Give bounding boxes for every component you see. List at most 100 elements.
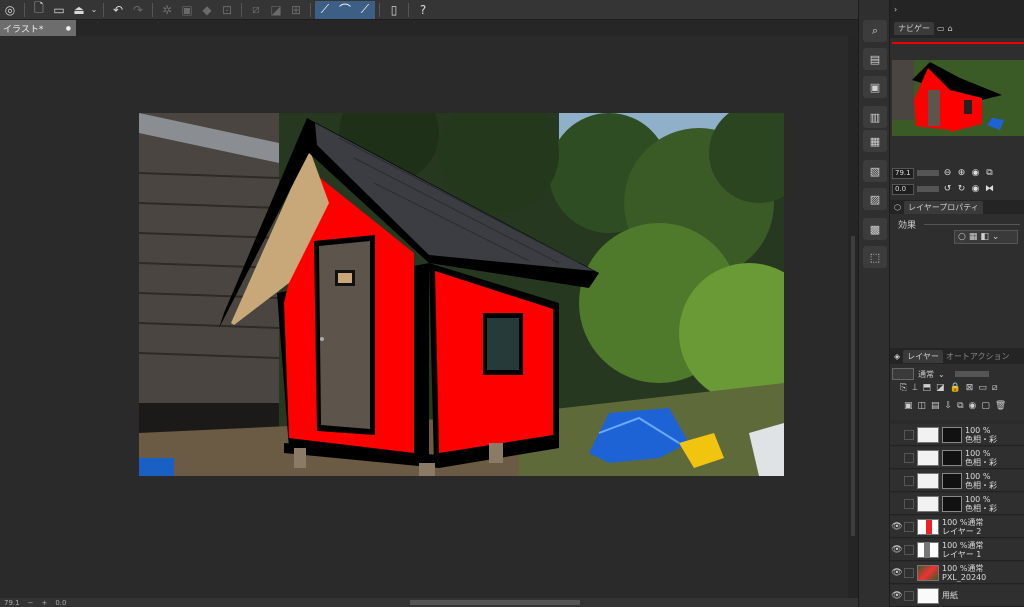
document-tab[interactable]: イラスト* ● [0, 20, 76, 36]
zoom-in-icon[interactable]: + [41, 599, 47, 607]
phone-icon[interactable]: ▯ [384, 1, 404, 19]
tone-effect-icon[interactable]: ▦ [969, 232, 978, 242]
chevron-down-icon[interactable]: ⌄ [938, 370, 945, 379]
layer-color-icon[interactable]: ◧ [980, 232, 989, 242]
tab-layer-property[interactable]: レイヤープロパティ [903, 200, 983, 214]
layer-thumbnail[interactable] [917, 587, 939, 604]
draft-icon[interactable]: ◪ [936, 383, 945, 393]
new-folder-icon[interactable]: ▤ [931, 401, 940, 411]
app-menu-icon[interactable]: ◎ [0, 1, 20, 19]
layer-search-icon[interactable]: ▨ [863, 188, 887, 210]
status-angle[interactable]: 0.0 [55, 599, 66, 607]
edit-target-toggle[interactable] [904, 567, 914, 578]
camera-icon[interactable]: ▣ [863, 76, 887, 98]
snap-ruler-icon[interactable]: ⟋ [315, 0, 335, 19]
expression-color-select[interactable] [892, 368, 914, 380]
mask-enable-icon[interactable]: ▭ [978, 383, 987, 393]
fit-icon[interactable]: ◉ [970, 168, 981, 178]
zoom-in-icon[interactable]: ⊕ [956, 168, 967, 178]
crop-icon[interactable]: ⊡ [217, 1, 237, 19]
status-zoom[interactable]: 79.1 [4, 599, 20, 607]
rotate-input[interactable]: 0.0 [892, 183, 914, 195]
rotate-slider[interactable] [917, 186, 939, 192]
layer-row[interactable]: 👁 100 %通常 PXL_20240 [890, 562, 1024, 584]
edit-target-toggle[interactable] [904, 452, 914, 463]
undo-icon[interactable]: ↶ [108, 1, 128, 19]
tab-subview-icon[interactable]: ▭ [937, 24, 945, 33]
blend-mode-select[interactable]: 通常 [918, 369, 934, 380]
rotate-left-icon[interactable]: ↺ [942, 184, 953, 194]
layer-thumbnail[interactable] [917, 564, 939, 581]
tab-layer[interactable]: レイヤー [903, 349, 943, 363]
edit-target-toggle[interactable] [904, 590, 914, 601]
redo-icon[interactable]: ↷ [128, 1, 148, 19]
layer-mask-thumbnail[interactable] [942, 472, 962, 489]
layer-mask-thumbnail[interactable] [942, 426, 962, 443]
eye-icon[interactable]: 👁 [890, 591, 904, 601]
edit-target-toggle[interactable] [904, 429, 914, 440]
chevron-right-icon[interactable]: › [894, 5, 897, 14]
chevron-down-icon[interactable]: ⌄ [992, 232, 1000, 242]
item-bank-icon[interactable]: ⬚ [863, 246, 887, 268]
actual-size-icon[interactable]: ⧉ [984, 168, 995, 178]
reference-icon[interactable]: ⬒ [923, 383, 932, 393]
fill-icon[interactable]: ◆ [197, 1, 217, 19]
zoom-input[interactable]: 79.1 [892, 167, 914, 179]
lock-icon[interactable]: 🔒 [950, 383, 961, 393]
snap-special-icon[interactable]: ⌒ [335, 0, 355, 19]
deselect-icon[interactable]: ⧄ [246, 1, 266, 19]
layer-mask-thumbnail[interactable] [942, 495, 962, 512]
new-mask-icon[interactable]: ◉ [969, 401, 977, 411]
layer-row[interactable]: 100 % 色相・彩 [890, 447, 1024, 469]
canvas-vertical-scrollbar[interactable] [848, 36, 858, 598]
combine-icon[interactable]: ⧉ [957, 401, 963, 411]
open-folder-icon[interactable]: ▭ [49, 1, 69, 19]
zoom-slider[interactable] [917, 170, 939, 176]
clear-icon[interactable]: ▣ [177, 1, 197, 19]
layer-mask-thumbnail[interactable] [942, 449, 962, 466]
canvas-artwork[interactable] [139, 113, 784, 476]
ruler-icon[interactable]: ⟘ [912, 383, 917, 393]
info-icon[interactable]: ▩ [863, 218, 887, 240]
layer-row[interactable]: 100 % 色相・彩 [890, 493, 1024, 515]
clip-icon[interactable]: ⎘ [900, 383, 907, 393]
layer-row[interactable]: 👁 100 %通常 レイヤー 1 [890, 539, 1024, 561]
tab-info-icon[interactable]: ⌂ [948, 24, 953, 33]
transfer-down-icon[interactable]: ⇩ [945, 401, 953, 411]
layer-row[interactable]: 100 % 色相・彩 [890, 424, 1024, 446]
history-icon[interactable]: ▧ [863, 160, 887, 182]
eye-icon[interactable]: 👁 [890, 522, 904, 532]
close-icon[interactable]: ● [66, 25, 71, 32]
sub-view-icon[interactable]: ▥ [863, 106, 887, 128]
reset-rotate-icon[interactable]: ◉ [970, 184, 981, 194]
material-icon[interactable]: ▤ [863, 48, 887, 70]
scroll-thumb[interactable] [851, 236, 855, 536]
edit-target-toggle[interactable] [904, 544, 914, 555]
layer-thumbnail[interactable] [917, 518, 939, 535]
new-file-icon[interactable]: 🗋 [29, 1, 49, 19]
zoom-out-icon[interactable]: − [28, 599, 34, 607]
layer-row[interactable]: 👁 用紙 [890, 585, 1024, 607]
invert-icon[interactable]: ◪ [266, 1, 286, 19]
ruler-show-icon[interactable]: ⧄ [992, 383, 998, 393]
layer-thumbnail[interactable] [917, 541, 939, 558]
opacity-slider[interactable] [954, 371, 989, 377]
eye-icon[interactable]: 👁 [890, 545, 904, 555]
chevron-down-icon[interactable]: ⌄ [89, 1, 99, 19]
horizontal-scroll-thumb[interactable] [410, 600, 580, 605]
rotate-right-icon[interactable]: ↻ [956, 184, 967, 194]
edit-target-toggle[interactable] [904, 498, 914, 509]
select-all-icon[interactable]: ⊞ [286, 1, 306, 19]
edit-target-toggle[interactable] [904, 521, 914, 532]
flip-icon[interactable]: ⧓ [984, 184, 995, 194]
save-icon[interactable]: ⏏ [69, 1, 89, 19]
zoom-out-icon[interactable]: ⊖ [942, 168, 953, 178]
navigator-preview[interactable] [892, 60, 1024, 136]
canvas-area[interactable] [0, 36, 848, 598]
new-raster-layer-icon[interactable]: ▣ [904, 401, 913, 411]
apply-mask-icon[interactable]: ▢ [981, 401, 990, 411]
snap-grid-icon[interactable]: ⟋ [355, 0, 375, 19]
layer-row[interactable]: 👁 100 %通常 レイヤー 2 [890, 516, 1024, 538]
search-icon[interactable]: ⌕ [863, 20, 887, 42]
tab-navigator[interactable]: ナビゲー [894, 21, 934, 35]
